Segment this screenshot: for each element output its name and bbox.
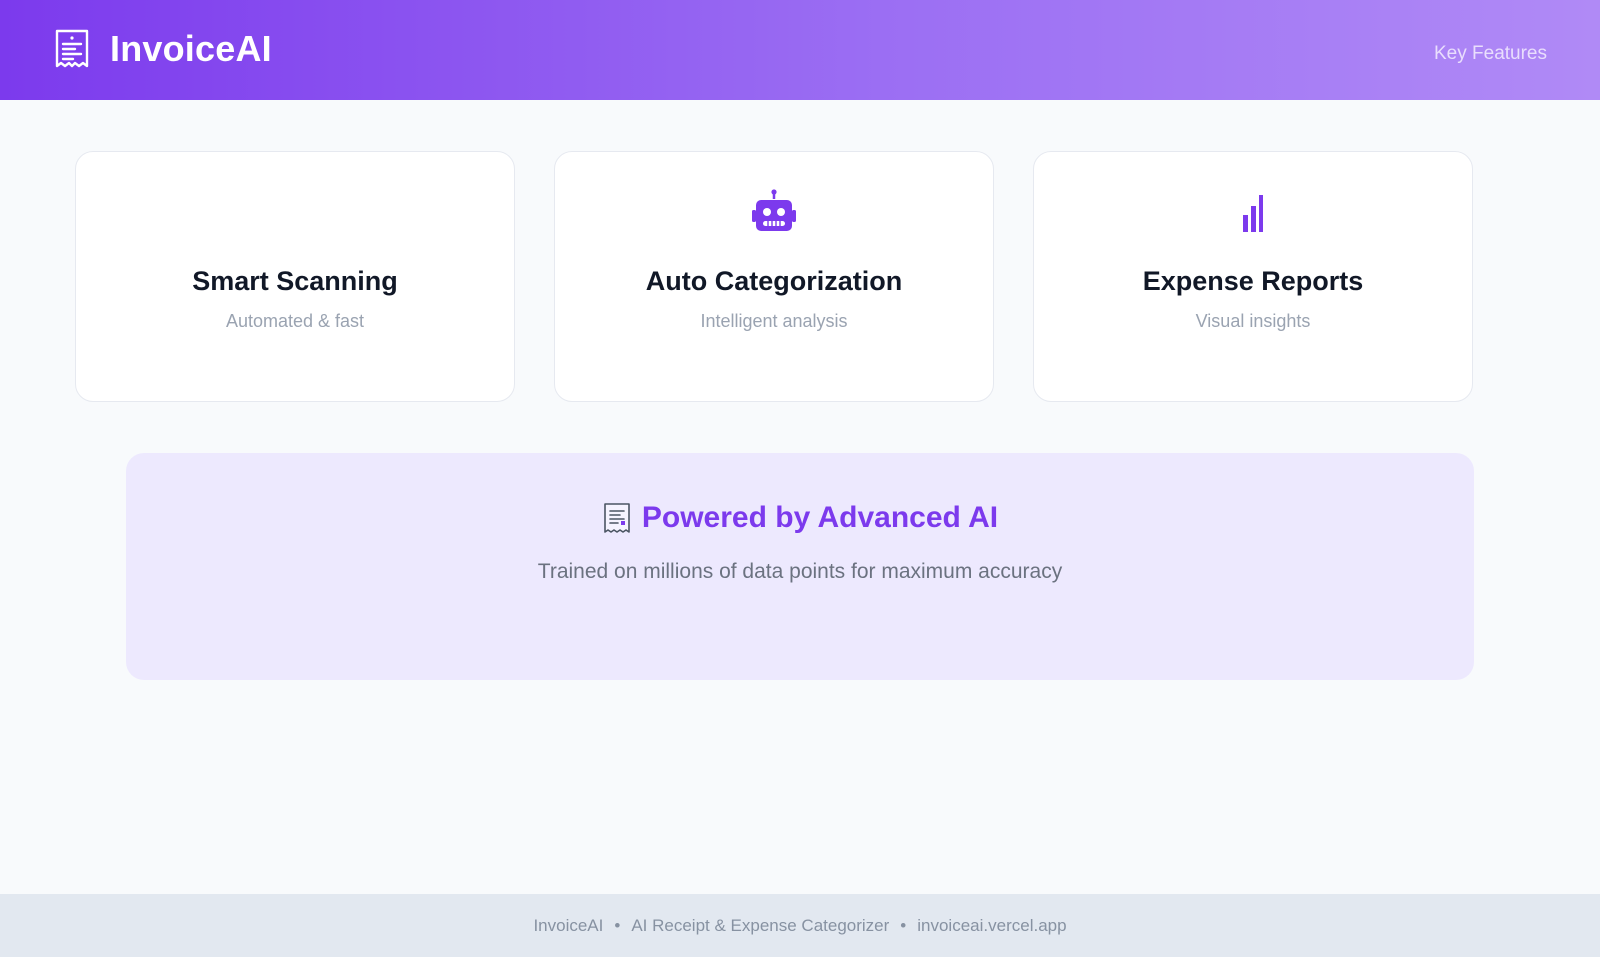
feature-title: Auto Categorization	[645, 266, 903, 296]
bar-chart-icon	[1243, 195, 1263, 232]
ai-banner: Powered by Advanced AI Trained on millio…	[126, 453, 1474, 680]
footer-url[interactable]: invoiceai.vercel.app	[917, 916, 1066, 936]
feature-title: Expense Reports	[1142, 266, 1364, 296]
receipt-icon	[604, 502, 630, 533]
feature-subtitle: Intelligent analysis	[700, 311, 848, 331]
app-header: InvoiceAI Key Features	[0, 0, 1600, 100]
feature-title: Smart Scanning	[192, 266, 398, 296]
feature-subtitle: Automated & fast	[225, 311, 365, 331]
robot-icon	[752, 189, 796, 231]
banner-title: Powered by Advanced AI	[641, 501, 999, 534]
banner-subtitle: Trained on millions of data points for m…	[537, 560, 1063, 583]
feature-card-auto-categorization: Auto Categorization Intelligent analysis	[554, 151, 994, 402]
receipt-icon	[55, 29, 89, 68]
nav-key-features[interactable]: Key Features	[1434, 43, 1547, 65]
feature-card-smart-scanning: Smart Scanning Automated & fast	[75, 151, 515, 402]
footer-separator: •	[900, 915, 907, 935]
app-footer: InvoiceAI • AI Receipt & Expense Categor…	[0, 894, 1600, 957]
brand[interactable]: InvoiceAI	[53, 27, 272, 71]
feature-subtitle: Visual insights	[1195, 311, 1311, 331]
footer-separator: •	[614, 915, 621, 935]
feature-card-expense-reports: Expense Reports Visual insights	[1033, 151, 1473, 402]
footer-brand: InvoiceAI	[533, 915, 604, 935]
brand-name: InvoiceAI	[110, 28, 272, 69]
footer-tagline: AI Receipt & Expense Categorizer	[631, 915, 890, 935]
banner-heading: Powered by Advanced AI	[126, 500, 1474, 536]
